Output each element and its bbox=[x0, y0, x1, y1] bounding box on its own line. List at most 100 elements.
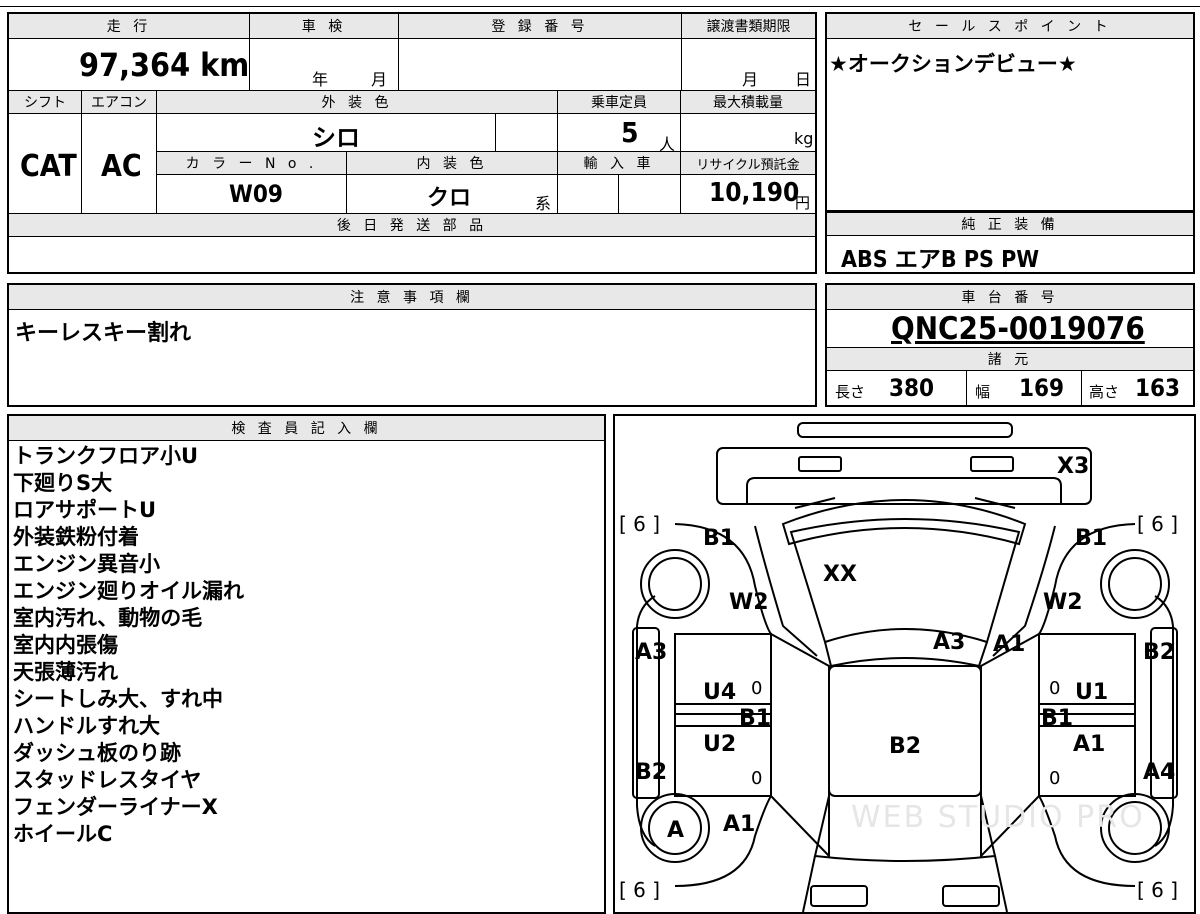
tire-tread-top-left: [ 6 ] bbox=[619, 512, 661, 536]
damage-code: B1 bbox=[1041, 706, 1074, 731]
caution-text: キーレスキー割れ bbox=[15, 321, 192, 346]
height-label: 高さ bbox=[1089, 383, 1120, 401]
damage-code: A1 bbox=[993, 632, 1026, 657]
damage-code: U2 bbox=[703, 732, 737, 757]
tire-tread-bottom-right: [ 6 ] bbox=[1137, 878, 1179, 902]
damage-code: 0 bbox=[751, 768, 763, 789]
recycle-label: リサイクル預託金 bbox=[681, 152, 815, 174]
damage-code: 0 bbox=[1049, 768, 1061, 789]
damage-code: B2 bbox=[635, 760, 668, 785]
list-item: 室内内張傷 bbox=[13, 633, 118, 657]
capacity-label: 乗車定員 bbox=[558, 91, 680, 113]
damage-code: B1 bbox=[703, 526, 736, 551]
registration-label: 登 録 番 号 bbox=[399, 14, 681, 38]
damage-code: A1 bbox=[723, 812, 756, 837]
tire-tread-top-right: [ 6 ] bbox=[1137, 512, 1179, 536]
interior-unit: 系 bbox=[535, 194, 552, 213]
ac-label: エアコン bbox=[82, 91, 156, 113]
interior-label: 内 装 色 bbox=[347, 152, 557, 174]
list-item: ロアサポートU bbox=[13, 498, 157, 522]
height-value: 163 bbox=[1135, 374, 1181, 402]
sales-point-label: セ ー ル ス ポ イ ン ト bbox=[827, 14, 1193, 38]
capacity-value: 5 bbox=[621, 116, 639, 149]
list-item: 下廻りS大 bbox=[13, 471, 113, 495]
damage-diagram-panel: [ 6 ] [ 6 ] [ 6 ] [ 6 ] X3 B1 B1 XX W2 W… bbox=[613, 414, 1196, 914]
top-edge-strip bbox=[0, 0, 1200, 8]
damage-code: XX bbox=[823, 562, 857, 587]
list-item: トランクフロア小U bbox=[13, 444, 199, 468]
color-no-label: カ ラ ー N o . bbox=[157, 152, 346, 174]
chassis-number: QNC25-0019076 bbox=[891, 311, 1145, 347]
equipment-panel: 純 正 装 備 ABS エアB PS PW bbox=[825, 212, 1195, 274]
shift-value: CAT bbox=[20, 149, 77, 184]
inspector-notes-list: トランクフロア小U 下廻りS大 ロアサポートU 外装鉄粉付着 エンジン異音小 エ… bbox=[13, 443, 244, 848]
damage-code: A3 bbox=[933, 630, 966, 655]
max-load-unit: kg bbox=[794, 129, 814, 148]
inspector-label: 検 査 員 記 入 欄 bbox=[9, 416, 604, 440]
transfer-deadline-label: 譲渡書類期限 bbox=[682, 14, 815, 38]
inspection-label: 車 検 bbox=[250, 14, 398, 38]
inspection-year-unit: 年 bbox=[312, 70, 329, 89]
recycle-value: 10,190 bbox=[709, 178, 800, 208]
sales-point-text: ★オークションデビュー★ bbox=[829, 52, 1077, 76]
caution-label: 注 意 事 項 欄 bbox=[9, 285, 815, 309]
max-load-label: 最大積載量 bbox=[681, 91, 815, 113]
ac-value: AC bbox=[101, 149, 142, 184]
damage-code: A3 bbox=[635, 640, 668, 665]
watermark: WEB STUDIO PRO bbox=[851, 800, 1145, 835]
equipment-text: ABS エアB PS PW bbox=[841, 247, 1040, 273]
recycle-unit: 円 bbox=[795, 194, 811, 212]
mileage-label: 走 行 bbox=[9, 14, 249, 38]
damage-code: A4 bbox=[1143, 760, 1176, 785]
list-item: スタッドレスタイヤ bbox=[13, 768, 202, 792]
specs-label: 諸 元 bbox=[827, 348, 1193, 370]
list-item: シートしみ大、すれ中 bbox=[13, 687, 223, 711]
length-value: 380 bbox=[889, 374, 935, 402]
vehicle-info-panel: 走 行 車 検 登 録 番 号 譲渡書類期限 97,364 km 年 月 月 日… bbox=[7, 12, 817, 274]
damage-code: B1 bbox=[739, 706, 772, 731]
later-parts-label: 後 日 発 送 部 品 bbox=[9, 214, 815, 236]
chassis-label: 車 台 番 号 bbox=[827, 285, 1193, 309]
length-label: 長さ bbox=[835, 383, 866, 401]
damage-code: 0 bbox=[751, 678, 763, 699]
inspection-month-unit: 月 bbox=[371, 70, 388, 89]
damage-code: A1 bbox=[1073, 732, 1106, 757]
damage-code: B1 bbox=[1075, 526, 1108, 551]
mileage-value: 97,364 km bbox=[79, 46, 250, 84]
car-outline-diagram bbox=[632, 422, 1178, 912]
damage-code: W2 bbox=[1043, 590, 1083, 615]
list-item: ハンドルすれ大 bbox=[13, 714, 160, 738]
equipment-label: 純 正 装 備 bbox=[827, 213, 1193, 235]
damage-code: U1 bbox=[1075, 680, 1109, 705]
interior-value: クロ bbox=[427, 186, 472, 211]
inspector-notes-panel: 検 査 員 記 入 欄 トランクフロア小U 下廻りS大 ロアサポートU 外装鉄粉… bbox=[7, 414, 606, 914]
damage-code: B2 bbox=[1143, 640, 1176, 665]
list-item: ダッシュ板のり跡 bbox=[13, 741, 181, 765]
width-value: 169 bbox=[1019, 374, 1065, 402]
exterior-value: シロ bbox=[312, 124, 360, 152]
width-label: 幅 bbox=[975, 383, 991, 401]
chassis-panel: 車 台 番 号 QNC25-0019076 諸 元 長さ 380 幅 169 高… bbox=[825, 283, 1195, 407]
damage-code: U4 bbox=[703, 680, 737, 705]
damage-code: 0 bbox=[1049, 678, 1061, 699]
damage-code: X3 bbox=[1057, 454, 1090, 479]
sales-point-panel: セ ー ル ス ポ イ ン ト ★オークションデビュー★ bbox=[825, 12, 1195, 212]
import-label: 輸 入 車 bbox=[558, 152, 680, 174]
list-item: 室内汚れ、動物の毛 bbox=[13, 606, 203, 630]
list-item: ホイールC bbox=[13, 822, 113, 846]
list-item: フェンダーライナーX bbox=[13, 795, 218, 819]
color-no-value: W09 bbox=[229, 180, 283, 208]
transfer-month-unit: 月 bbox=[742, 70, 759, 89]
caution-panel: 注 意 事 項 欄 キーレスキー割れ bbox=[7, 283, 817, 407]
list-item: 外装鉄粉付着 bbox=[13, 525, 139, 549]
damage-code: W2 bbox=[729, 590, 769, 615]
exterior-label: 外 装 色 bbox=[157, 91, 557, 113]
transfer-day-unit: 日 bbox=[795, 70, 812, 89]
list-item: エンジン廻りオイル漏れ bbox=[13, 579, 244, 603]
list-item: 天張薄汚れ bbox=[13, 660, 118, 684]
damage-code: B2 bbox=[889, 734, 922, 759]
list-item: エンジン異音小 bbox=[13, 552, 160, 576]
shift-label: シフト bbox=[9, 91, 81, 113]
damage-code: A bbox=[667, 818, 685, 843]
tire-tread-bottom-left: [ 6 ] bbox=[619, 878, 661, 902]
